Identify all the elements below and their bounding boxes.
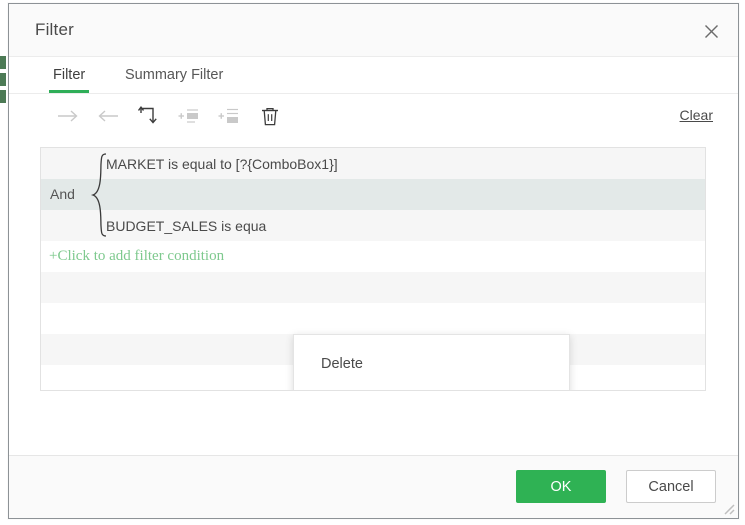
background-chip [0,73,6,86]
table-row[interactable] [41,303,705,334]
menu-item-convert-to-or-label: Convert to Or [321,389,408,391]
menu-item-delete[interactable]: Delete [294,347,569,380]
group-operator-label[interactable]: And [50,186,75,202]
filter-group-node: And MARKET is equal to [?{ComboBox1}] BU… [41,148,705,241]
context-menu: Delete Convert to Or Swap Children [293,334,570,391]
add-group-icon[interactable] [214,101,244,131]
background-chip [0,90,6,103]
add-condition-icon[interactable] [174,101,204,131]
background-left-strip [0,56,8,116]
background-chip [0,56,6,69]
tab-filter[interactable]: Filter [49,57,90,93]
filter-condition[interactable]: MARKET is equal to [?{ComboBox1}] [106,156,338,172]
ok-button[interactable]: OK [516,470,606,503]
back-arrow-icon[interactable] [93,101,123,131]
menu-item-convert-to-or[interactable]: Convert to Or [294,380,569,391]
menu-item-delete-label: Delete [321,355,363,372]
clear-link[interactable]: Clear [680,107,713,123]
close-icon[interactable] [694,14,728,48]
table-row[interactable] [41,272,705,303]
dialog-footer: OK Cancel [9,455,738,518]
tab-active-indicator [49,90,90,93]
dialog-title-bar: Filter [9,4,738,57]
filter-dialog: Filter Filter Summary Filter Clear And M… [8,3,739,519]
filter-toolbar: Clear [9,94,738,137]
resize-grip[interactable] [721,501,735,515]
dialog-title: Filter [35,20,74,39]
add-filter-condition-link[interactable]: +Click to add filter condition [49,248,224,265]
filter-condition-grid: And MARKET is equal to [?{ComboBox1}] BU… [40,147,706,391]
forward-arrow-icon[interactable] [53,101,83,131]
filter-condition[interactable]: BUDGET_SALES is equa [106,218,266,234]
cancel-button[interactable]: Cancel [626,470,716,503]
tab-summary-filter-label: Summary Filter [125,67,224,83]
trash-icon[interactable] [255,101,285,131]
tab-filter-label: Filter [53,67,86,83]
tab-summary-filter[interactable]: Summary Filter [121,57,227,93]
group-arrow-icon[interactable] [134,101,164,131]
tab-strip: Filter Summary Filter [9,57,738,94]
